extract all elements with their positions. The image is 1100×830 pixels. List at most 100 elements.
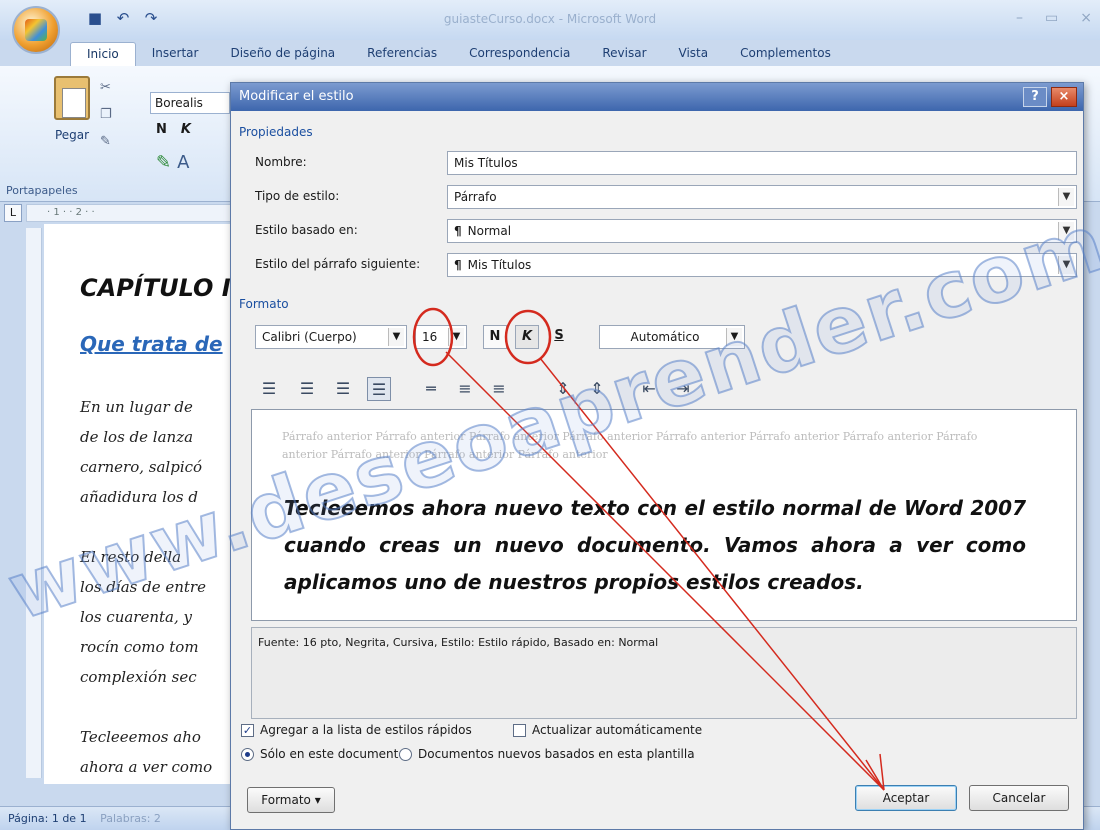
name-label: Nombre: <box>255 155 307 169</box>
chevron-down-icon[interactable]: ▼ <box>726 328 742 346</box>
style-type-label: Tipo de estilo: <box>255 189 340 203</box>
doc-line: ahora a ver como <box>80 758 213 776</box>
only-this-document-radio[interactable]: Sólo en este documento <box>241 747 406 761</box>
increase-indent-icon[interactable]: ⇥ <box>671 377 695 401</box>
new-documents-label: Documentos nuevos basados en esta planti… <box>418 747 695 761</box>
doc-line: rocín como tom <box>80 638 199 656</box>
tab-revisar[interactable]: Revisar <box>586 42 662 66</box>
decrease-indent-icon[interactable]: ⇤ <box>637 377 661 401</box>
double-spacing-icon[interactable]: ≡ <box>487 377 511 401</box>
horizontal-ruler[interactable]: · 1 · · 2 · · <box>26 204 236 222</box>
ok-button[interactable]: Aceptar <box>855 785 957 811</box>
ribbon-font-select[interactable]: Borealis <box>150 92 230 114</box>
ribbon-italic-button[interactable]: K <box>181 122 191 137</box>
auto-update-label: Actualizar automáticamente <box>532 723 703 737</box>
window-close-icon[interactable]: × <box>1080 10 1092 26</box>
doc-line: los cuarenta, y <box>80 608 192 626</box>
one-half-spacing-icon[interactable]: ≡ <box>453 377 477 401</box>
copy-icon[interactable]: ❐ <box>100 107 112 122</box>
preview-previous-paragraph: Párrafo anterior Párrafo anterior Párraf… <box>282 430 978 461</box>
dialog-titlebar: Modificar el estilo ? × <box>231 83 1083 111</box>
minimize-icon[interactable]: – <box>1016 10 1023 26</box>
maximize-icon[interactable]: ▭ <box>1045 10 1058 26</box>
tab-selector[interactable]: L <box>4 204 22 222</box>
format-menu-button[interactable]: Formato ▾ <box>247 787 335 813</box>
tab-vista[interactable]: Vista <box>663 42 725 66</box>
document-page[interactable]: CAPÍTULO I Que trata de En un lugar de d… <box>44 224 244 784</box>
status-words[interactable]: Palabras: 2 <box>100 812 161 825</box>
cancel-button[interactable]: Cancelar <box>969 785 1069 811</box>
bold-button[interactable]: N <box>483 325 507 349</box>
chevron-down-icon[interactable]: ▼ <box>1058 222 1074 240</box>
align-right-icon[interactable]: ☰ <box>331 377 355 401</box>
doc-line: Tecleeemos aho <box>80 728 201 746</box>
doc-line: de los de lanza <box>80 428 194 446</box>
underline-button[interactable]: S <box>547 325 571 349</box>
font-select[interactable]: Calibri (Cuerpo) ▼ <box>255 325 407 349</box>
chevron-down-icon[interactable]: ▼ <box>1058 188 1074 206</box>
based-on-select[interactable]: ¶ Normal ▼ <box>447 219 1077 243</box>
font-size-value: 16 <box>422 330 438 344</box>
radio-icon[interactable] <box>399 747 412 761</box>
window-title: guiasteCurso.docx - Microsoft Word <box>443 12 657 26</box>
font-color-icon[interactable]: A <box>177 152 189 173</box>
add-quick-styles-checkbox[interactable]: ✓ Agregar a la lista de estilos rápidos <box>241 723 472 737</box>
cut-icon[interactable]: ✂ <box>100 80 112 95</box>
doc-line: añadidura los d <box>80 488 198 506</box>
help-button[interactable]: ? <box>1023 87 1047 107</box>
font-color-value: Automático <box>630 330 700 344</box>
chevron-down-icon[interactable]: ▼ <box>448 328 464 346</box>
highlight-icon[interactable]: ✎ <box>156 152 171 173</box>
style-type-select[interactable]: Párrafo ▼ <box>447 185 1077 209</box>
radio-selected-icon[interactable] <box>241 747 254 761</box>
chevron-down-icon[interactable]: ▼ <box>388 328 404 346</box>
auto-update-checkbox[interactable]: Actualizar automáticamente <box>513 723 702 737</box>
doc-heading-2: Que trata de <box>80 332 223 356</box>
status-page[interactable]: Página: 1 de 1 <box>8 812 87 825</box>
checkbox-icon[interactable] <box>513 723 526 737</box>
font-size-select[interactable]: 16 ▼ <box>415 325 467 349</box>
style-description: Fuente: 16 pto, Negrita, Cursiva, Estilo… <box>251 627 1077 719</box>
alignment-toolbar: ☰ ☰ ☰ ☰ ═ ≡ ≡ ⇕ ⇕ ⇤ ⇥ <box>251 377 691 403</box>
paragraph-icon: ¶ <box>454 258 462 272</box>
italic-button[interactable]: K <box>515 325 539 349</box>
close-button[interactable]: × <box>1051 87 1077 107</box>
next-style-select[interactable]: ¶ Mis Títulos ▼ <box>447 253 1077 277</box>
tab-correspondencia[interactable]: Correspondencia <box>453 42 586 66</box>
space-after-icon[interactable]: ⇕ <box>585 377 609 401</box>
font-color-select[interactable]: Automático ▼ <box>599 325 745 349</box>
doc-body: En un lugar de de los de lanza carnero, … <box>80 392 212 782</box>
doc-line: complexión sec <box>80 668 197 686</box>
ribbon-bold-button[interactable]: N <box>156 122 167 137</box>
paste-label: Pegar <box>54 128 90 142</box>
space-before-icon[interactable]: ⇕ <box>551 377 575 401</box>
chevron-down-icon[interactable]: ▼ <box>1058 256 1074 274</box>
office-button[interactable] <box>12 6 60 54</box>
justify-icon[interactable]: ☰ <box>367 377 391 401</box>
tab-referencias[interactable]: Referencias <box>351 42 453 66</box>
next-style-value: Mis Títulos <box>467 258 532 272</box>
clipboard-small-icons: ✂ ❐ ✎ <box>100 80 112 149</box>
font-value: Calibri (Cuerpo) <box>262 330 357 344</box>
new-documents-radio[interactable]: Documentos nuevos basados en esta planti… <box>399 747 695 761</box>
tab-diseno-pagina[interactable]: Diseño de página <box>214 42 351 66</box>
doc-line: los días de entre <box>80 578 206 596</box>
single-spacing-icon[interactable]: ═ <box>419 377 443 401</box>
tab-complementos[interactable]: Complementos <box>724 42 847 66</box>
ribbon-tabs: Inicio Insertar Diseño de página Referen… <box>70 42 847 66</box>
format-painter-icon[interactable]: ✎ <box>100 134 112 149</box>
doc-line <box>80 512 212 542</box>
clipboard-icon <box>54 76 90 120</box>
vertical-ruler[interactable] <box>26 228 42 778</box>
clipboard-group-label: Portapapeles <box>6 184 78 197</box>
ribbon-font-style-buttons: N K <box>156 122 191 137</box>
align-center-icon[interactable]: ☰ <box>295 377 319 401</box>
align-left-icon[interactable]: ☰ <box>257 377 281 401</box>
checkbox-checked-icon[interactable]: ✓ <box>241 723 254 737</box>
tab-inicio[interactable]: Inicio <box>70 42 136 66</box>
style-name-input[interactable]: Mis Títulos <box>447 151 1077 175</box>
paste-button[interactable]: Pegar <box>42 72 102 142</box>
doc-line: El resto della <box>80 548 182 566</box>
tab-insertar[interactable]: Insertar <box>136 42 215 66</box>
dialog-title: Modificar el estilo <box>239 89 354 104</box>
